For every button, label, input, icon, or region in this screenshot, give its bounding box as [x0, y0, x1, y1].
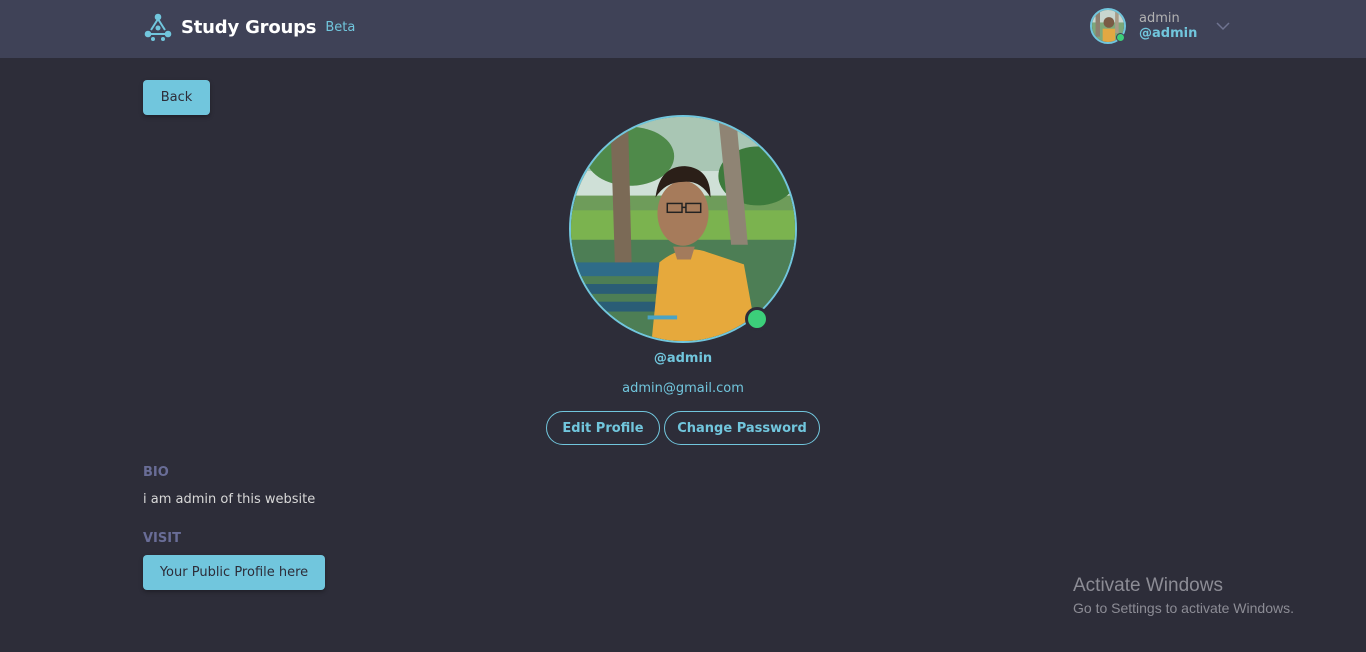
user-handle: @admin: [1139, 26, 1198, 41]
visit-heading: VISIT: [143, 531, 181, 546]
bio-text: i am admin of this website: [143, 492, 316, 507]
top-navbar: Study Groups Beta admin @admin: [0, 0, 1366, 58]
online-status-dot: [1116, 33, 1125, 42]
windows-activation-watermark: Activate Windows Go to Settings to activ…: [1073, 575, 1294, 616]
profile-avatar: [569, 115, 797, 343]
app-title: Study Groups: [181, 16, 317, 38]
brand-logo[interactable]: Study Groups Beta: [143, 12, 355, 42]
change-password-button[interactable]: Change Password: [664, 411, 820, 445]
beta-badge: Beta: [325, 19, 356, 35]
chevron-down-icon[interactable]: [1215, 21, 1231, 31]
user-name: admin: [1139, 11, 1180, 26]
online-status-dot: [745, 307, 769, 331]
avatar[interactable]: [1090, 8, 1126, 44]
profile-email: admin@gmail.com: [622, 381, 744, 396]
watermark-title: Activate Windows: [1073, 575, 1223, 596]
user-identity: admin @admin: [1139, 11, 1197, 41]
back-button[interactable]: Back: [143, 80, 210, 115]
user-menu-toggle[interactable]: admin @admin: [1090, 8, 1231, 44]
bio-heading: BIO: [143, 465, 169, 480]
edit-profile-button[interactable]: Edit Profile: [546, 411, 660, 445]
watermark-subtitle: Go to Settings to activate Windows.: [1073, 600, 1294, 616]
study-groups-logo-icon: [144, 13, 172, 41]
profile-handle: @admin: [653, 351, 713, 366]
public-profile-button[interactable]: Your Public Profile here: [143, 555, 325, 590]
